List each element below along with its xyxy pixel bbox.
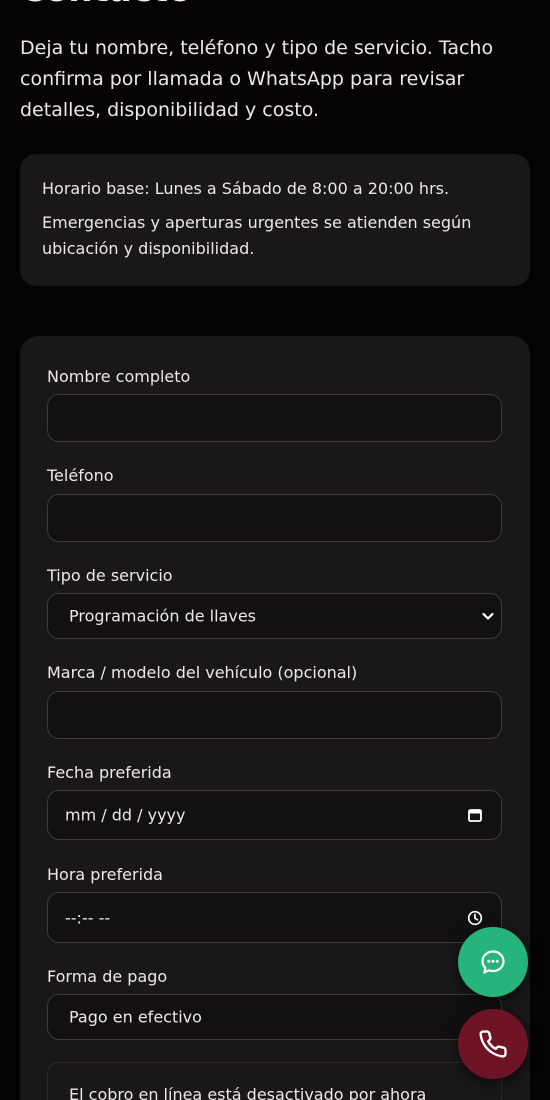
time-label: Hora preferida (47, 865, 163, 884)
date-placeholder: mm / dd / yyyy (65, 805, 186, 825)
calendar-icon[interactable] (467, 807, 483, 823)
time-input[interactable]: --:-- -- (47, 892, 502, 943)
date-label: Fecha preferida (47, 763, 172, 782)
phone-label: Teléfono (47, 466, 114, 485)
contact-page: Contacto Deja tu nombre, teléfono y tipo… (0, 0, 550, 1100)
service-selected-value: Programación de llaves (69, 606, 256, 626)
phone-input[interactable] (47, 494, 502, 542)
date-input[interactable]: mm / dd / yyyy (47, 790, 502, 840)
name-label: Nombre completo (47, 367, 191, 386)
call-button[interactable] (458, 1009, 528, 1079)
hours-card: Horario base: Lunes a Sábado de 8:00 a 2… (20, 154, 530, 286)
service-select[interactable]: Programación de llaves (47, 593, 502, 639)
emergency-text: Emergencias y aperturas urgentes se atie… (42, 213, 472, 258)
section-heading: Contacto (20, 0, 191, 10)
service-label: Tipo de servicio (47, 566, 173, 585)
phone-icon (479, 1030, 507, 1058)
time-placeholder: --:-- -- (65, 908, 111, 927)
whatsapp-button[interactable] (458, 927, 528, 997)
payment-select[interactable]: Pago en efectivo (47, 994, 502, 1040)
name-input[interactable] (47, 394, 502, 442)
online-payment-notice: El cobro en línea está desactivado por a… (47, 1062, 502, 1100)
whatsapp-chat-icon (481, 950, 505, 974)
intro-text: Deja tu nombre, teléfono y tipo de servi… (20, 37, 494, 121)
online-payment-notice-text: El cobro en línea está desactivado por a… (69, 1085, 427, 1100)
payment-selected-value: Pago en efectivo (69, 1007, 202, 1027)
chevron-down-icon (482, 612, 494, 620)
hours-base-text: Horario base: Lunes a Sábado de 8:00 a 2… (42, 179, 450, 198)
clock-icon[interactable] (467, 910, 483, 926)
contact-form: Nombre completo Teléfono Tipo de servici… (20, 336, 530, 1100)
vehicle-input[interactable] (47, 691, 502, 739)
vehicle-label: Marca / modelo del vehículo (opcional) (47, 663, 358, 682)
payment-label: Forma de pago (47, 967, 168, 986)
